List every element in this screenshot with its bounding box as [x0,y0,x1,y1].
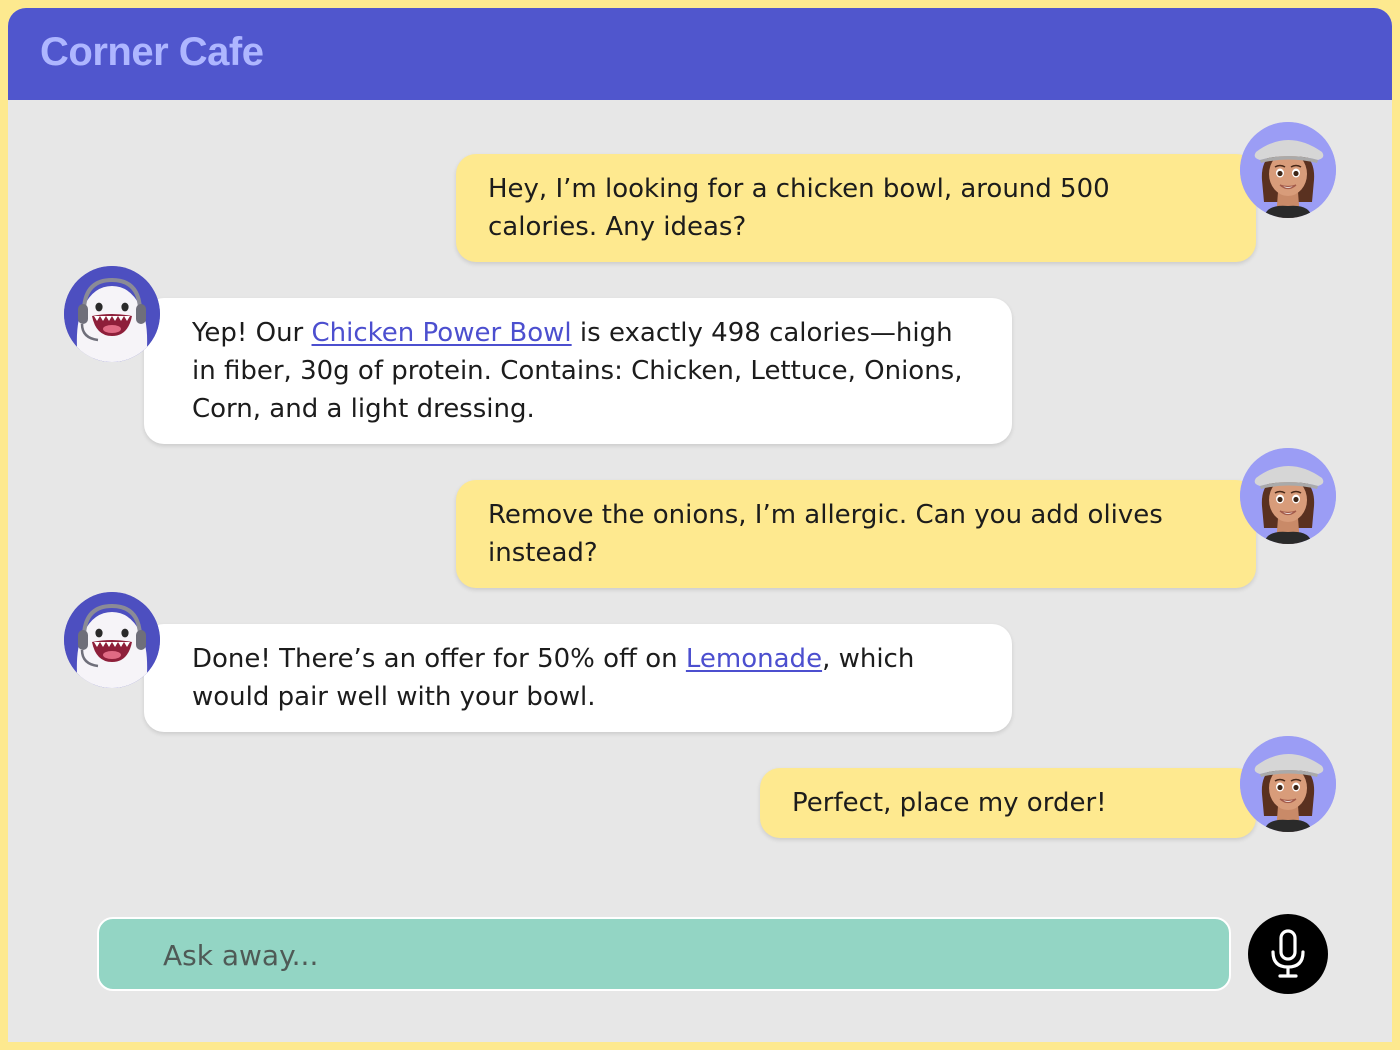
lemonade-link[interactable]: Lemonade [686,644,822,674]
chat-window: Corner Cafe Hey, I’m looking for a chick… [8,8,1392,1042]
user-message: Remove the onions, I’m allergic. Can you… [456,480,1256,588]
user-avatar [1240,122,1336,218]
message-input[interactable] [161,919,1205,991]
bot-avatar [64,266,160,362]
user-message: Perfect, place my order! [760,768,1256,838]
message-composer [97,917,1231,991]
app-header: Corner Cafe [8,8,1392,100]
mic-button[interactable] [1248,914,1328,994]
chicken-power-bowl-link[interactable]: Chicken Power Bowl [312,318,572,348]
user-avatar [1240,736,1336,832]
user-message: Hey, I’m looking for a chicken bowl, aro… [456,154,1256,262]
message-text-before: Done! There’s an offer for 50% off on [192,644,686,674]
message-text: Perfect, place my order! [792,788,1107,818]
bot-message: Done! There’s an offer for 50% off on Le… [144,624,1012,732]
app-title: Corner Cafe [40,30,264,74]
microphone-icon [1271,929,1305,978]
message-text: Hey, I’m looking for a chicken bowl, aro… [488,174,1110,242]
user-avatar [1240,448,1336,544]
message-text-before: Yep! Our [192,318,312,348]
bot-message: Yep! Our Chicken Power Bowl is exactly 4… [144,298,1012,444]
bot-avatar [64,592,160,688]
message-text: Remove the onions, I’m allergic. Can you… [488,500,1163,568]
